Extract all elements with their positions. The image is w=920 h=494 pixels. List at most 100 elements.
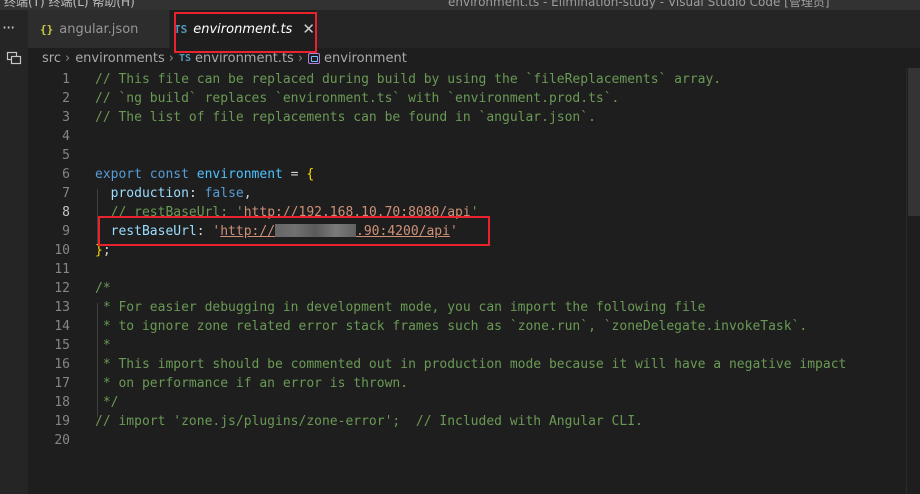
line-number: 13 [54,300,70,315]
code-editor[interactable]: 1 // This file can be replaced during bui… [28,68,920,494]
tab-environment-ts[interactable]: TS environment.ts ✕ [170,10,316,48]
code-line-16[interactable]: 16 * This import should be commented out… [28,355,920,374]
line-number: 15 [54,338,70,353]
activity-bar: ··· [0,10,28,494]
line-number: 12 [54,281,70,296]
code-text: export const environment = { [95,165,314,184]
code-text: */ [95,393,119,412]
line-number: 5 [62,148,70,163]
line-number: 14 [54,319,70,334]
code-line-14[interactable]: 14 * to ignore zone related error stack … [28,317,920,336]
window-title: environment.ts - Elimination-study - Vis… [448,0,830,9]
line-number: 17 [54,376,70,391]
code-token: http://192.168.10.70:8080/api [243,205,471,220]
code-line-1[interactable]: 1 // This file can be replaced during bui… [28,70,920,89]
code-token: = [282,167,307,182]
code-token: // The list of file replacements can be … [95,110,596,125]
code-line-17[interactable]: 17 * on performance if an error is throw… [28,374,920,393]
menu-bar[interactable]: 终端(T) 终端(L) 帮助(H) [4,0,135,10]
code-token: : [196,224,213,239]
code-line-13[interactable]: 13 * For easier debugging in development… [28,298,920,317]
chevron-right-icon: › [64,50,71,66]
code-token: * This import should be commented out in… [95,357,847,372]
code-token: ' [449,224,458,239]
line-number: 9 [62,224,70,239]
more-actions-icon[interactable]: ··· [0,18,28,38]
code-line-6[interactable]: 6 export const environment = { [28,165,920,184]
code-text: * This import should be commented out in… [95,355,847,374]
code-line-5[interactable]: 5 [28,146,920,165]
code-token: http:// [220,224,276,239]
code-text: // `ng build` replaces `environment.ts` … [95,89,619,108]
typescript-icon: TS [178,52,192,64]
editor-tab-bar: {} angular.json TS environment.ts ✕ [28,10,920,48]
code-text: restBaseUrl: 'http://.90:4200/api' [95,222,458,241]
code-token: production [110,186,189,201]
code-line-3[interactable]: 3 // The list of file replacements can be… [28,108,920,127]
code-line-18[interactable]: 18 */ [28,393,920,412]
scrollbar-thumb[interactable] [908,68,920,216]
code-line-9[interactable]: 9 restBaseUrl: 'http://.90:4200/api' [28,222,920,241]
code-text: production: false, [95,184,252,203]
code-token: // restBaseUrl: ' [110,205,244,220]
redacted-ip-mask [275,224,357,237]
line-number: 20 [54,433,70,448]
code-token: restBaseUrl [110,224,197,239]
close-icon[interactable]: ✕ [302,20,315,38]
code-line-8[interactable]: 8 // restBaseUrl: 'http://192.168.10.70:… [28,203,920,222]
breadcrumb-item-file[interactable]: environment.ts [195,51,294,66]
breadcrumb-item-symbol[interactable]: environment [324,51,407,66]
code-line-2[interactable]: 2 // `ng build` replaces `environment.ts`… [28,89,920,108]
symbol-variable-icon [308,52,321,64]
code-token: const [149,167,189,182]
chevron-right-icon: › [297,50,304,66]
code-line-20[interactable]: 20 [28,431,920,450]
line-number: 16 [54,357,70,372]
title-bar: 终端(T) 终端(L) 帮助(H) environment.ts - Elimi… [0,0,920,10]
line-number: 2 [62,91,70,106]
code-text: * For easier debugging in development mo… [95,298,706,317]
code-token: * on performance if an error is thrown. [95,376,409,391]
code-line-12[interactable]: 12 /* [28,279,920,298]
code-token: .90:4200/api [356,224,450,239]
breadcrumb-item-src[interactable]: src [42,51,61,66]
code-text: // restBaseUrl: 'http://192.168.10.70:80… [95,203,479,222]
code-line-11[interactable]: 11 [28,260,920,279]
code-line-4[interactable]: 4 [28,127,920,146]
code-text: // This file can be replaced during buil… [95,70,721,89]
code-token: // This file can be replaced during buil… [95,72,722,87]
code-line-19[interactable]: 19 // import 'zone.js/plugins/zone-error'… [28,412,920,431]
code-token: export [95,167,142,182]
tab-angular-json[interactable]: {} angular.json [28,10,170,48]
code-token: : [188,186,205,201]
code-line-15[interactable]: 15 * [28,336,920,355]
code-text: // The list of file replacements can be … [95,108,596,127]
tab-label: environment.ts [193,21,293,37]
code-token: // `ng build` replaces `environment.ts` … [95,91,620,106]
code-token: // import 'zone.js/plugins/zone-error'; … [95,414,643,429]
code-token: environment [196,167,283,182]
code-line-10[interactable]: 10}; [28,241,920,260]
line-number: 18 [54,395,70,410]
line-number: 10 [54,243,70,258]
code-text: * [95,336,111,355]
braces-icon: {} [40,22,54,36]
code-token: } [95,243,103,258]
breadcrumb: src › environments › TS environment.ts ›… [28,48,920,68]
tab-label: angular.json [59,21,139,37]
code-token: ; [102,243,111,258]
typescript-icon: TS [174,22,188,36]
chevron-right-icon: › [168,50,174,66]
code-text: * on performance if an error is thrown. [95,374,408,393]
line-number: 11 [54,262,70,277]
code-token: , [243,186,252,201]
breadcrumb-item-environments[interactable]: environments [75,51,165,66]
line-number: 6 [62,167,70,182]
code-line-7[interactable]: 7 production: false, [28,184,920,203]
code-token: * [95,338,111,353]
split-editor-icon[interactable] [6,51,22,65]
code-token: ' [470,205,479,220]
